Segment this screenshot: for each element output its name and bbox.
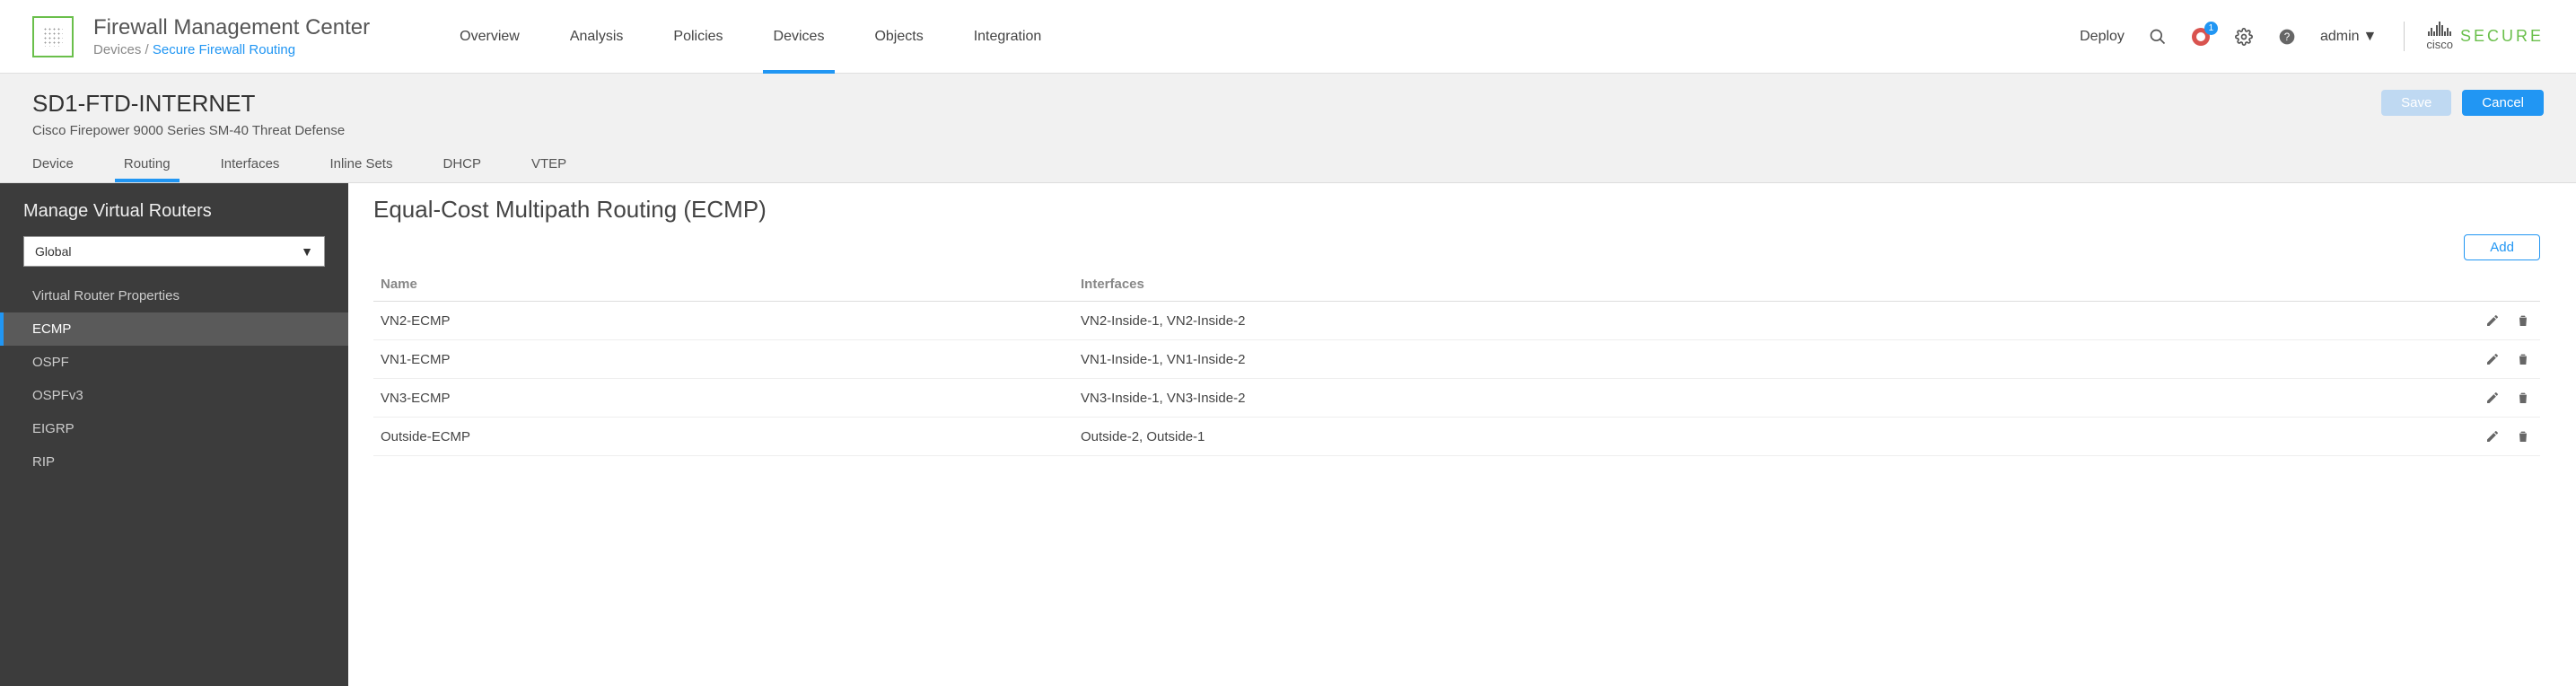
top-bar: Firewall Management Center Devices / Sec… (0, 0, 2576, 74)
breadcrumb-link[interactable]: Secure Firewall Routing (153, 42, 295, 57)
admin-label: admin (2320, 29, 2360, 45)
table-row: VN3-ECMP VN3-Inside-1, VN3-Inside-2 (373, 379, 2540, 418)
sidebar-item-vr-properties[interactable]: Virtual Router Properties (0, 279, 348, 312)
app-logo (32, 16, 74, 57)
cell-interfaces: VN3-Inside-1, VN3-Inside-2 (1073, 379, 2459, 418)
sidebar-heading: Manage Virtual Routers (0, 196, 348, 236)
virtual-router-select[interactable]: Global ▼ (23, 236, 325, 267)
page-subtitle: Cisco Firepower 9000 Series SM-40 Threat… (32, 123, 345, 138)
content-title: Equal-Cost Multipath Routing (ECMP) (373, 196, 2540, 224)
edit-icon[interactable] (2483, 311, 2502, 330)
tab-vtep[interactable]: VTEP (531, 156, 566, 182)
nav-overview[interactable]: Overview (460, 0, 520, 73)
col-header-name: Name (373, 268, 1073, 302)
brand-block: Firewall Management Center Devices / Sec… (93, 15, 370, 57)
delete-icon[interactable] (2513, 427, 2533, 446)
sidebar-item-rip[interactable]: RIP (0, 445, 348, 479)
svg-text:?: ? (2284, 31, 2291, 43)
sidebar-item-ecmp[interactable]: ECMP (0, 312, 348, 346)
tab-device[interactable]: Device (32, 156, 74, 182)
cell-name: VN2-ECMP (373, 302, 1073, 340)
content-area: Equal-Cost Multipath Routing (ECMP) Add … (348, 183, 2576, 686)
top-nav: Overview Analysis Policies Devices Objec… (460, 0, 1041, 73)
help-icon[interactable]: ? (2277, 27, 2297, 47)
admin-menu[interactable]: admin ▼ (2320, 29, 2377, 45)
chevron-down-icon: ▼ (301, 244, 313, 259)
cisco-logo-icon: cisco (2426, 22, 2453, 51)
tab-inline-sets[interactable]: Inline Sets (329, 156, 392, 182)
sub-tabs: Device Routing Interfaces Inline Sets DH… (32, 156, 2544, 182)
cell-interfaces: VN2-Inside-1, VN2-Inside-2 (1073, 302, 2459, 340)
edit-icon[interactable] (2483, 388, 2502, 408)
table-row: VN2-ECMP VN2-Inside-1, VN2-Inside-2 (373, 302, 2540, 340)
cell-name: VN1-ECMP (373, 340, 1073, 379)
table-row: VN1-ECMP VN1-Inside-1, VN1-Inside-2 (373, 340, 2540, 379)
breadcrumb-prefix: Devices / (93, 42, 153, 57)
cancel-button[interactable]: Cancel (2462, 90, 2544, 116)
add-button[interactable]: Add (2464, 234, 2540, 260)
cisco-secure-brand: cisco SECURE (2404, 22, 2544, 51)
tab-routing[interactable]: Routing (124, 156, 171, 182)
search-icon[interactable] (2148, 27, 2168, 47)
cell-name: Outside-ECMP (373, 418, 1073, 456)
nav-analysis[interactable]: Analysis (570, 0, 624, 73)
col-header-interfaces: Interfaces (1073, 268, 2459, 302)
gear-icon[interactable] (2234, 27, 2254, 47)
nav-objects[interactable]: Objects (874, 0, 923, 73)
save-button[interactable]: Save (2381, 90, 2451, 116)
breadcrumb: Devices / Secure Firewall Routing (93, 42, 370, 57)
delete-icon[interactable] (2513, 388, 2533, 408)
nav-policies[interactable]: Policies (673, 0, 723, 73)
delete-icon[interactable] (2513, 349, 2533, 369)
brand-title: Firewall Management Center (93, 15, 370, 40)
sidebar: Manage Virtual Routers Global ▼ Virtual … (0, 183, 348, 686)
notification-icon[interactable]: 1 (2191, 27, 2211, 47)
sidebar-item-ospfv3[interactable]: OSPFv3 (0, 379, 348, 412)
ecmp-table: Name Interfaces VN2-ECMP VN2-Inside-1, V… (373, 268, 2540, 456)
main-area: Manage Virtual Routers Global ▼ Virtual … (0, 183, 2576, 686)
secure-label: SECURE (2460, 27, 2544, 46)
table-row: Outside-ECMP Outside-2, Outside-1 (373, 418, 2540, 456)
nav-devices[interactable]: Devices (774, 0, 825, 73)
cell-name: VN3-ECMP (373, 379, 1073, 418)
cell-interfaces: VN1-Inside-1, VN1-Inside-2 (1073, 340, 2459, 379)
page-title: SD1-FTD-INTERNET (32, 90, 345, 118)
sidebar-item-eigrp[interactable]: EIGRP (0, 412, 348, 445)
deploy-link[interactable]: Deploy (2080, 29, 2125, 45)
cisco-label: cisco (2426, 38, 2453, 51)
nav-integration[interactable]: Integration (974, 0, 1042, 73)
tab-dhcp[interactable]: DHCP (442, 156, 481, 182)
topbar-right: Deploy 1 ? admin ▼ cisco (2080, 22, 2544, 51)
sidebar-item-ospf[interactable]: OSPF (0, 346, 348, 379)
notification-badge: 1 (2204, 22, 2218, 35)
tab-interfaces[interactable]: Interfaces (221, 156, 280, 182)
cell-interfaces: Outside-2, Outside-1 (1073, 418, 2459, 456)
edit-icon[interactable] (2483, 427, 2502, 446)
chevron-down-icon: ▼ (2363, 29, 2378, 45)
vr-select-value: Global (35, 244, 71, 259)
delete-icon[interactable] (2513, 311, 2533, 330)
edit-icon[interactable] (2483, 349, 2502, 369)
subheader: SD1-FTD-INTERNET Cisco Firepower 9000 Se… (0, 74, 2576, 183)
